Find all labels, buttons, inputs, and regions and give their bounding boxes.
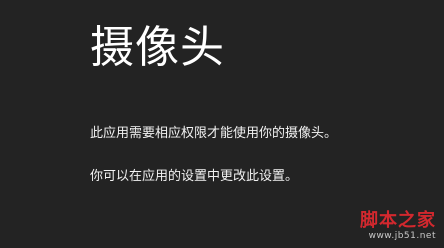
page-title: 摄像头 bbox=[90, 22, 225, 73]
watermark-url: www.jb51.net bbox=[368, 231, 436, 241]
camera-permission-screen: 摄像头 此应用需要相应权限才能使用你的摄像头。 你可以在应用的设置中更改此设置。… bbox=[0, 0, 444, 248]
settings-hint-message: 你可以在应用的设置中更改此设置。 bbox=[90, 169, 299, 184]
site-watermark: 脚本之家 www.jb51.net bbox=[360, 211, 436, 242]
permission-message: 此应用需要相应权限才能使用你的摄像头。 bbox=[90, 126, 338, 141]
watermark-logo-text: 脚本之家 bbox=[360, 210, 436, 231]
